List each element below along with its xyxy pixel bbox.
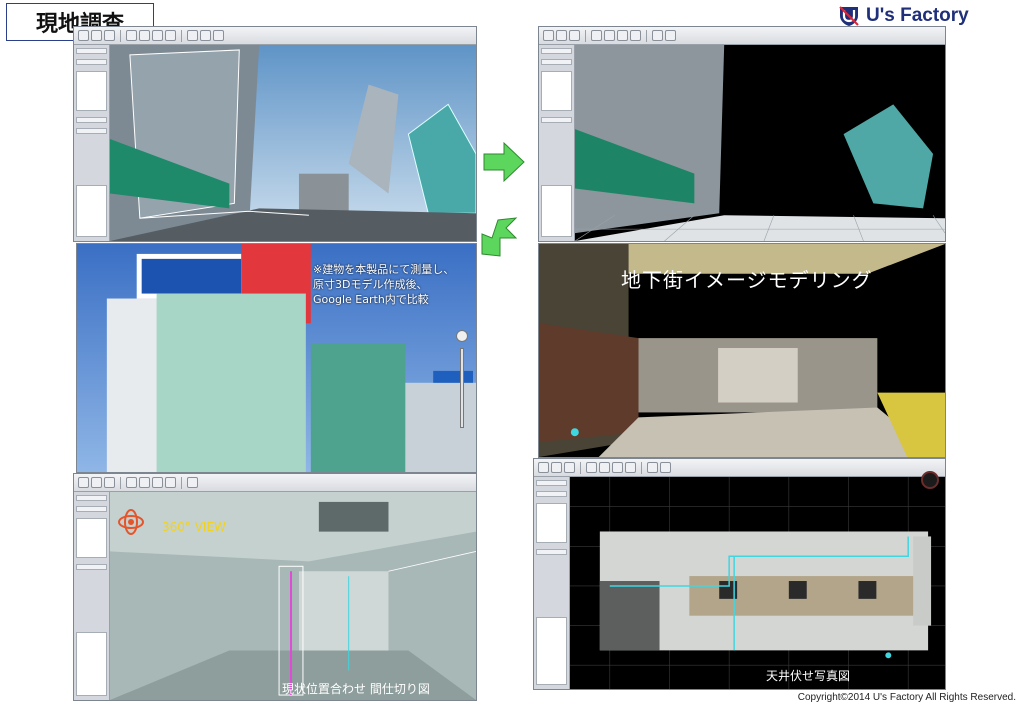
line-tool-icon[interactable] [139, 30, 150, 41]
brand-logo: U's Factory [838, 4, 969, 28]
sidebar-field[interactable] [536, 491, 567, 497]
sidebar-list[interactable] [76, 632, 107, 696]
sidebar-field[interactable] [541, 117, 572, 123]
new-icon[interactable] [538, 462, 549, 473]
arrow-down-left-icon [481, 217, 518, 257]
app-toolbar[interactable] [74, 27, 476, 45]
measurement-note: ※建物を本製品にて測量し、原寸3Dモデル作成後、Google Earth内で比較 [313, 263, 455, 306]
sidebar-options[interactable] [536, 503, 567, 543]
copyright: Copyright©2014 U's Factory All Rights Re… [797, 692, 1016, 703]
sidebar-options[interactable] [76, 71, 107, 111]
open-icon[interactable] [91, 30, 102, 41]
360-view-badge: 360° VIEW [162, 520, 226, 534]
toolbar-divider [580, 461, 581, 474]
save-icon[interactable] [104, 30, 115, 41]
sidebar-field[interactable] [76, 59, 107, 65]
app-sidebar [534, 477, 570, 689]
select-tool-icon[interactable] [126, 477, 137, 488]
toolbar-divider [120, 476, 121, 489]
app-sidebar [74, 45, 110, 241]
toolbar-divider [181, 476, 182, 489]
brand-name: U's Factory [866, 5, 969, 26]
save-icon[interactable] [104, 477, 115, 488]
new-icon[interactable] [78, 477, 89, 488]
nav-control[interactable] [456, 330, 468, 342]
arrow-right-icon [483, 141, 525, 183]
rotate-tool-icon[interactable] [612, 462, 623, 473]
rotate-tool-icon[interactable] [152, 477, 163, 488]
line-tool-icon[interactable] [139, 477, 150, 488]
grid-tool-icon[interactable] [200, 30, 211, 41]
zoom-tool-icon[interactable] [165, 477, 176, 488]
open-icon[interactable] [556, 30, 567, 41]
app-toolbar[interactable] [534, 459, 945, 477]
toolbar-divider [646, 29, 647, 42]
sidebar-field[interactable] [76, 506, 107, 512]
zoom-tool-icon[interactable] [165, 30, 176, 41]
sidebar-field[interactable] [536, 549, 567, 555]
360-view-icon [118, 509, 144, 535]
underground-panel: 地下街イメージモデリング [538, 243, 946, 458]
rotate-tool-icon[interactable] [617, 30, 628, 41]
grid-tool-icon[interactable] [660, 462, 671, 473]
new-icon[interactable] [78, 30, 89, 41]
toolbar-divider [641, 461, 642, 474]
interior-caption: 現状位置合わせ 間仕切り図 [282, 682, 430, 696]
app-toolbar[interactable] [74, 474, 476, 492]
open-icon[interactable] [91, 477, 102, 488]
sidebar-field[interactable] [76, 128, 107, 134]
app-sidebar [539, 45, 575, 241]
layer-tool-icon[interactable] [213, 30, 224, 41]
sidebar-field[interactable] [76, 117, 107, 123]
toolbar-divider [120, 29, 121, 42]
sidebar-list[interactable] [76, 185, 107, 237]
plan-viewport[interactable] [570, 477, 945, 689]
sidebar-options[interactable] [541, 71, 572, 111]
measure-tool-icon[interactable] [187, 30, 198, 41]
plan-caption: 天井伏せ写真図 [766, 669, 851, 683]
zoom-slider[interactable] [460, 348, 464, 428]
sidebar-field[interactable] [541, 48, 572, 54]
underground-label: 地下街イメージモデリング [621, 268, 873, 292]
zoom-tool-icon[interactable] [630, 30, 641, 41]
grid-tool-icon[interactable] [665, 30, 676, 41]
sidebar-field[interactable] [536, 480, 567, 486]
select-tool-icon[interactable] [126, 30, 137, 41]
sidebar-list[interactable] [541, 185, 572, 237]
measure-tool-icon[interactable] [652, 30, 663, 41]
ceiling-plan-panel: 天井伏せ写真図 [533, 458, 946, 690]
rotate-tool-icon[interactable] [152, 30, 163, 41]
line-tool-icon[interactable] [599, 462, 610, 473]
building-photo-panel: ※建物を本製品にて測量し、原寸3Dモデル作成後、Google Earth内で比較 [76, 243, 477, 473]
line-tool-icon[interactable] [604, 30, 615, 41]
sidebar-field[interactable] [76, 495, 107, 501]
scan-viewport[interactable] [575, 45, 945, 241]
street-scan-panel [73, 26, 477, 242]
open-icon[interactable] [551, 462, 562, 473]
save-icon[interactable] [564, 462, 575, 473]
scan-viewport[interactable] [110, 45, 476, 241]
new-icon[interactable] [543, 30, 554, 41]
sidebar-options[interactable] [76, 518, 107, 558]
sidebar-field[interactable] [76, 564, 107, 570]
select-tool-icon[interactable] [591, 30, 602, 41]
sidebar-list[interactable] [536, 617, 567, 685]
compass-icon[interactable] [921, 471, 939, 489]
sidebar-field[interactable] [541, 59, 572, 65]
zoom-tool-icon[interactable] [625, 462, 636, 473]
toolbar-divider [181, 29, 182, 42]
measure-tool-icon[interactable] [647, 462, 658, 473]
select-tool-icon[interactable] [586, 462, 597, 473]
scan-black-bg-panel [538, 26, 946, 242]
app-sidebar [74, 492, 110, 700]
shield-logo-icon [839, 6, 859, 26]
toolbar-divider [585, 29, 586, 42]
measure-tool-icon[interactable] [187, 477, 198, 488]
app-toolbar[interactable] [539, 27, 945, 45]
save-icon[interactable] [569, 30, 580, 41]
interior-360-panel: 360° VIEW 現状位置合わせ 間仕切り図 [73, 473, 477, 701]
sidebar-field[interactable] [76, 48, 107, 54]
